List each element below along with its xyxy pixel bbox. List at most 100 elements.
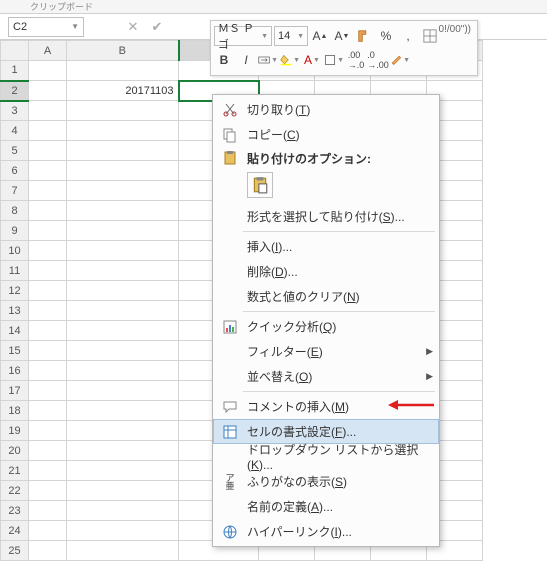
select-all-corner[interactable]: [1, 41, 29, 61]
row-header-7[interactable]: 7: [1, 181, 29, 201]
merge-icon[interactable]: ▼: [258, 50, 278, 70]
cell-A22[interactable]: [29, 481, 67, 501]
menu-phonetic[interactable]: ア亜 ふりがなの表示(S): [213, 469, 439, 494]
decimal-inc-icon[interactable]: .00→.0: [346, 50, 366, 70]
row-header-17[interactable]: 17: [1, 381, 29, 401]
cell-B23[interactable]: [67, 501, 179, 521]
row-header-3[interactable]: 3: [1, 101, 29, 121]
cell-B3[interactable]: [67, 101, 179, 121]
cell-B25[interactable]: [67, 541, 179, 561]
row-header-18[interactable]: 18: [1, 401, 29, 421]
namebox-dropdown-icon[interactable]: ▼: [71, 22, 79, 31]
cell-B18[interactable]: [67, 401, 179, 421]
name-box[interactable]: C2 ▼: [8, 17, 84, 37]
menu-define-name[interactable]: 名前の定義(A)...: [213, 494, 439, 519]
menu-quick-analysis[interactable]: クイック分析(Q): [213, 314, 439, 339]
decimal-dec-icon[interactable]: .0→.00: [368, 50, 388, 70]
cell-A6[interactable]: [29, 161, 67, 181]
row-header-1[interactable]: 1: [1, 61, 29, 81]
row-header-20[interactable]: 20: [1, 441, 29, 461]
cell-A11[interactable]: [29, 261, 67, 281]
cell-B11[interactable]: [67, 261, 179, 281]
row-header-14[interactable]: 14: [1, 321, 29, 341]
cell-A5[interactable]: [29, 141, 67, 161]
col-header-A[interactable]: A: [29, 41, 67, 61]
row-header-25[interactable]: 25: [1, 541, 29, 561]
menu-filter[interactable]: フィルター(E)▶: [213, 339, 439, 364]
cell-A3[interactable]: [29, 101, 67, 121]
row-header-21[interactable]: 21: [1, 461, 29, 481]
row-header-9[interactable]: 9: [1, 221, 29, 241]
menu-cut[interactable]: 切り取り(T): [213, 97, 439, 122]
confirm-icon[interactable]: ✔: [147, 17, 167, 37]
row-header-4[interactable]: 4: [1, 121, 29, 141]
menu-pick-from-list[interactable]: ドロップダウン リストから選択(K)...: [213, 444, 439, 469]
menu-clear[interactable]: 数式と値のクリア(N): [213, 284, 439, 309]
font-color-icon[interactable]: A▼: [302, 50, 322, 70]
cell-A19[interactable]: [29, 421, 67, 441]
font-size-selector[interactable]: 14▼: [274, 26, 308, 46]
cell-B2[interactable]: 20171103: [67, 81, 179, 101]
cell-B16[interactable]: [67, 361, 179, 381]
row-header-22[interactable]: 22: [1, 481, 29, 501]
cell-B7[interactable]: [67, 181, 179, 201]
cell-A16[interactable]: [29, 361, 67, 381]
row-header-10[interactable]: 10: [1, 241, 29, 261]
row-header-13[interactable]: 13: [1, 301, 29, 321]
menu-paste-special[interactable]: 形式を選択して貼り付け(S)...: [213, 204, 439, 229]
cell-A15[interactable]: [29, 341, 67, 361]
cell-A12[interactable]: [29, 281, 67, 301]
cell-B5[interactable]: [67, 141, 179, 161]
cell-A21[interactable]: [29, 461, 67, 481]
cell-B6[interactable]: [67, 161, 179, 181]
row-header-12[interactable]: 12: [1, 281, 29, 301]
bold-button[interactable]: B: [214, 50, 234, 70]
cell-B9[interactable]: [67, 221, 179, 241]
cell-A23[interactable]: [29, 501, 67, 521]
border-icon[interactable]: ▼: [324, 50, 344, 70]
row-header-11[interactable]: 11: [1, 261, 29, 281]
cell-A9[interactable]: [29, 221, 67, 241]
cell-A17[interactable]: [29, 381, 67, 401]
row-header-2[interactable]: 2: [1, 81, 29, 101]
cell-B10[interactable]: [67, 241, 179, 261]
row-header-8[interactable]: 8: [1, 201, 29, 221]
row-header-6[interactable]: 6: [1, 161, 29, 181]
cell-A2[interactable]: [29, 81, 67, 101]
cell-A25[interactable]: [29, 541, 67, 561]
cell-B14[interactable]: [67, 321, 179, 341]
cancel-icon[interactable]: ✕: [123, 17, 143, 37]
row-header-16[interactable]: 16: [1, 361, 29, 381]
cell-A1[interactable]: [29, 61, 67, 81]
cell-A18[interactable]: [29, 401, 67, 421]
cell-B15[interactable]: [67, 341, 179, 361]
increase-font-icon[interactable]: A▲: [310, 26, 330, 46]
cell-B12[interactable]: [67, 281, 179, 301]
cell-B19[interactable]: [67, 421, 179, 441]
cell-B22[interactable]: [67, 481, 179, 501]
format-painter-icon[interactable]: [354, 26, 374, 46]
cell-A8[interactable]: [29, 201, 67, 221]
row-header-24[interactable]: 24: [1, 521, 29, 541]
cell-B21[interactable]: [67, 461, 179, 481]
row-header-23[interactable]: 23: [1, 501, 29, 521]
fill-color-icon[interactable]: ▼: [280, 50, 300, 70]
cell-B17[interactable]: [67, 381, 179, 401]
cell-B8[interactable]: [67, 201, 179, 221]
decrease-font-icon[interactable]: A▼: [332, 26, 352, 46]
cell-A24[interactable]: [29, 521, 67, 541]
menu-copy[interactable]: コピー(C): [213, 122, 439, 147]
cell-B1[interactable]: [67, 61, 179, 81]
cell-A10[interactable]: [29, 241, 67, 261]
cell-B13[interactable]: [67, 301, 179, 321]
cell-A7[interactable]: [29, 181, 67, 201]
cell-A20[interactable]: [29, 441, 67, 461]
italic-button[interactable]: I: [236, 50, 256, 70]
cell-B4[interactable]: [67, 121, 179, 141]
col-header-B[interactable]: B: [67, 41, 179, 61]
row-header-5[interactable]: 5: [1, 141, 29, 161]
menu-delete[interactable]: 削除(D)...: [213, 259, 439, 284]
clear-format-icon[interactable]: ▼: [390, 50, 410, 70]
font-selector[interactable]: ＭＳ Ｐゴ▼: [214, 26, 272, 46]
comma-button[interactable]: ,: [398, 26, 418, 46]
